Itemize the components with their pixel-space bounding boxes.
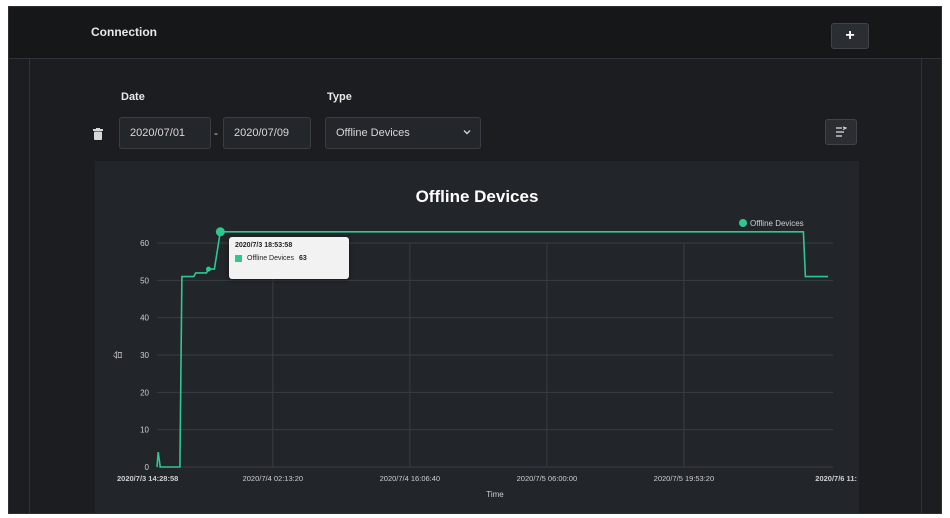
connection-window: Connection + Date Type 2020/07/01 - 2020… <box>8 6 942 514</box>
type-label: Type <box>327 91 352 103</box>
legend-label: Offline Devices <box>750 219 804 228</box>
tooltip-series: Offline Devices <box>247 255 294 262</box>
y-tick-label: 30 <box>140 351 149 360</box>
trash-icon[interactable] <box>93 128 103 140</box>
date-range-separator: - <box>214 126 218 140</box>
x-tick-label: 2020/7/5 19:53:20 <box>654 474 714 483</box>
x-tick-label: 2020/7/6 11: <box>815 474 857 483</box>
x-tick-label: 2020/7/4 16:06:40 <box>380 474 440 483</box>
add-button[interactable]: + <box>831 23 869 49</box>
y-tick-label: 60 <box>140 239 149 248</box>
chart-panel: Offline Devices Offline Devices 0 10 20 30 40 5… <box>95 161 859 513</box>
header-bar: Connection + <box>9 7 941 59</box>
y-tick-label: 40 <box>140 314 149 323</box>
y-tick-label: 0 <box>145 463 150 472</box>
series-point <box>205 266 211 272</box>
end-date-input[interactable]: 2020/07/09 <box>223 117 311 149</box>
left-divider <box>29 59 30 513</box>
series-point <box>215 227 225 237</box>
type-select-value: Offline Devices <box>336 127 410 139</box>
offline-devices-chart: Offline Devices Offline Devices 0 10 20 30 40 5… <box>112 187 857 499</box>
start-date-input[interactable]: 2020/07/01 <box>119 117 211 149</box>
export-icon <box>836 126 847 137</box>
x-tick-label: 2020/7/5 06:00:00 <box>517 474 577 483</box>
right-divider <box>921 59 922 513</box>
tooltip-value: 63 <box>298 255 307 262</box>
y-tick-label: 10 <box>140 426 149 435</box>
x-tick-label: 2020/7/3 14:28:58 <box>117 474 178 483</box>
page-title: Connection <box>91 25 157 39</box>
y-axis-label: 台 <box>112 350 124 359</box>
x-axis-label: Time <box>486 490 504 499</box>
x-tick-label: 2020/7/4 02:13:20 <box>243 474 303 483</box>
y-tick-label: 50 <box>140 276 149 285</box>
legend-marker <box>739 219 747 227</box>
chevron-down-icon <box>463 130 471 135</box>
chart-title: Offline Devices <box>416 187 539 206</box>
tooltip-swatch <box>235 255 242 262</box>
tooltip-row: Offline Devices 63 <box>235 255 343 262</box>
tooltip-time: 2020/7/3 18:53:58 <box>235 242 293 249</box>
export-button[interactable] <box>825 119 857 145</box>
chart-tooltip: 2020/7/3 18:53:58 Offline Devices 63 <box>229 237 349 279</box>
type-select[interactable]: Offline Devices <box>325 117 481 149</box>
date-label: Date <box>121 91 145 103</box>
y-tick-label: 20 <box>140 388 149 397</box>
